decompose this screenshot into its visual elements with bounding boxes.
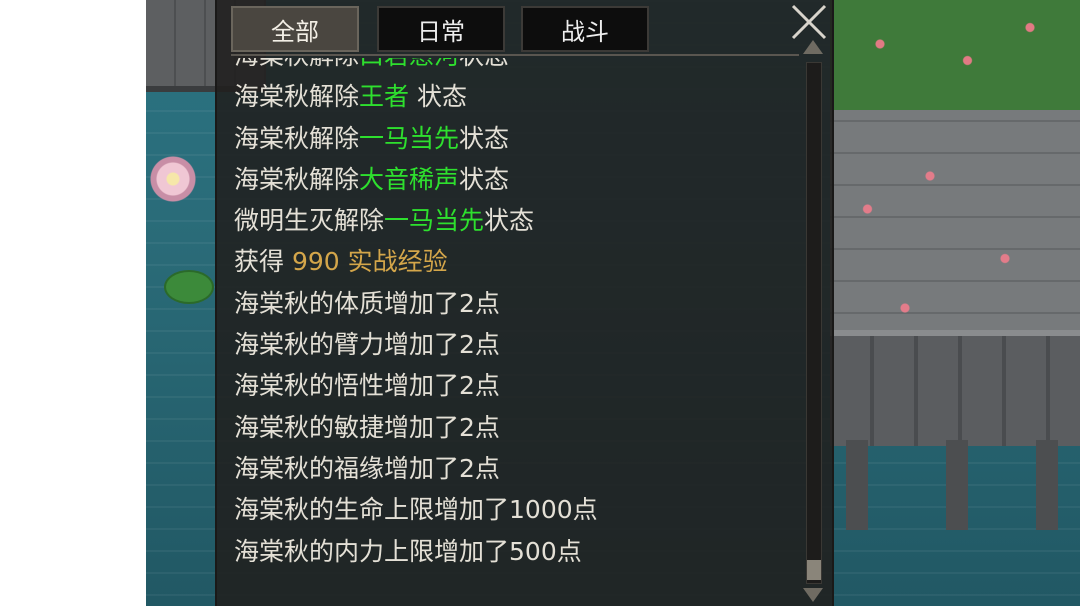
bridge-pillar bbox=[946, 440, 968, 530]
log-line-text: 获得 bbox=[234, 247, 292, 277]
lily-pad bbox=[164, 270, 214, 304]
bridge-railing bbox=[830, 330, 1080, 446]
close-x-icon bbox=[791, 4, 827, 40]
log-line-suffix: 状态 bbox=[484, 206, 535, 236]
scroll-down-icon[interactable] bbox=[803, 588, 823, 602]
lotus-flower bbox=[150, 156, 196, 202]
log-line-text: 海棠秋解除 bbox=[234, 82, 360, 112]
log-scrollbar[interactable] bbox=[799, 40, 827, 606]
log-line: 获得 990 实战经验 bbox=[234, 241, 598, 282]
log-line: 海棠秋解除大音稀声状态 bbox=[234, 159, 598, 200]
scroll-track[interactable] bbox=[806, 62, 822, 584]
scroll-up-icon[interactable] bbox=[803, 40, 823, 54]
log-line-text: 海棠秋的体质增加了2点 bbox=[234, 288, 500, 318]
message-log-panel: 全部 日常 战斗 海棠秋解除口若悬河状态海棠秋解除王者 状态海棠秋解除一马当先状… bbox=[215, 0, 834, 606]
tab-all[interactable]: 全部 bbox=[231, 6, 359, 52]
log-line-text: 海棠秋的福缘增加了2点 bbox=[234, 453, 500, 483]
log-line: 海棠秋的内力上限增加了500点 bbox=[234, 531, 598, 572]
log-line: 海棠秋的敏捷增加了2点 bbox=[234, 407, 598, 448]
log-line-text: 海棠秋的臂力增加了2点 bbox=[234, 330, 500, 360]
log-line: 海棠秋解除一马当先状态 bbox=[234, 118, 598, 159]
tab-daily[interactable]: 日常 bbox=[377, 6, 505, 52]
log-line: 海棠秋解除王者 状态 bbox=[234, 76, 598, 117]
log-line-highlight: 大音稀声 bbox=[359, 164, 460, 194]
log-line-suffix: 状态 bbox=[459, 58, 509, 70]
log-line-highlight: 口若悬河 bbox=[359, 58, 459, 70]
log-line-highlight: 一马当先 bbox=[359, 123, 460, 153]
bridge-pillar bbox=[1036, 440, 1058, 530]
log-line-text: 海棠秋的生命上限增加了1000点 bbox=[234, 495, 598, 525]
log-line-text: 海棠秋的悟性增加了2点 bbox=[234, 371, 500, 401]
log-line: 微明生灭解除一马当先状态 bbox=[234, 200, 598, 241]
log-list: 海棠秋解除口若悬河状态海棠秋解除王者 状态海棠秋解除一马当先状态海棠秋解除大音稀… bbox=[234, 58, 794, 606]
bridge-pillar bbox=[846, 440, 868, 530]
log-line-suffix: 状态 bbox=[459, 123, 510, 153]
log-line-text: 海棠秋的内力上限增加了500点 bbox=[234, 536, 582, 566]
log-line-text: 微明生灭解除 bbox=[234, 206, 385, 236]
log-line-text: 海棠秋的敏捷增加了2点 bbox=[234, 412, 500, 442]
flower-garden bbox=[830, 0, 1080, 110]
log-line: 海棠秋的体质增加了2点 bbox=[234, 283, 598, 324]
scroll-thumb[interactable] bbox=[807, 560, 821, 580]
log-line-text: 海棠秋解除 bbox=[234, 164, 360, 194]
log-line: 海棠秋的悟性增加了2点 bbox=[234, 365, 598, 406]
tab-divider bbox=[231, 54, 799, 56]
log-line-highlight: 990 实战经验 bbox=[291, 247, 448, 277]
log-line: 海棠秋解除口若悬河状态 bbox=[234, 58, 598, 76]
close-button[interactable] bbox=[787, 0, 831, 44]
log-line-text: 海棠秋解除 bbox=[234, 58, 359, 70]
log-line: 海棠秋的福缘增加了2点 bbox=[234, 448, 598, 489]
log-line-suffix: 状态 bbox=[459, 164, 510, 194]
tab-battle[interactable]: 战斗 bbox=[521, 6, 649, 52]
log-line-highlight: 一马当先 bbox=[384, 206, 485, 236]
log-line: 海棠秋的臂力增加了2点 bbox=[234, 324, 598, 365]
log-line: 海棠秋的生命上限增加了1000点 bbox=[234, 489, 598, 530]
log-line-text: 海棠秋解除 bbox=[234, 123, 360, 153]
log-line-highlight: 王者 bbox=[359, 82, 417, 112]
log-line-suffix: 状态 bbox=[416, 82, 467, 112]
